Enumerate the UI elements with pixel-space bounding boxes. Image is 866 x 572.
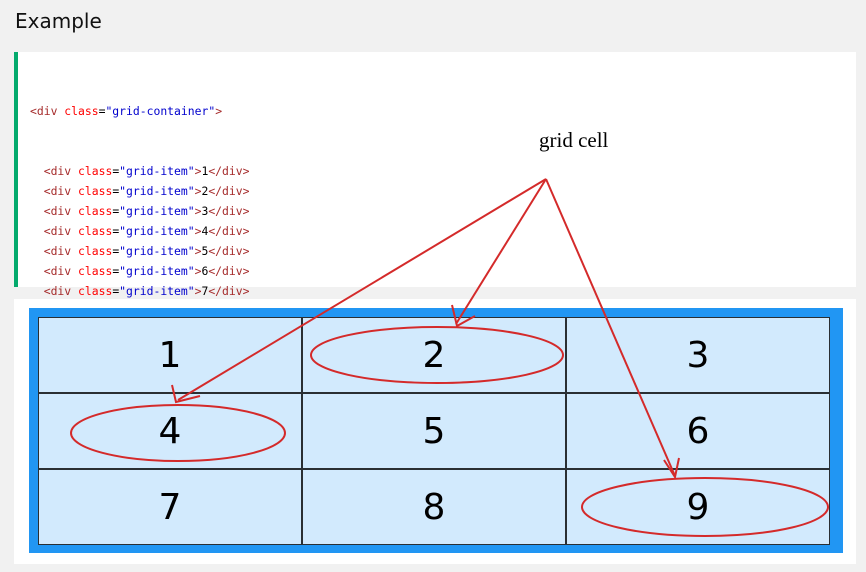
code-line-grid-item: <div class="grid-item">2</div> <box>43 184 250 198</box>
code-example-box: <div class="grid-container"> <div class=… <box>14 52 856 398</box>
grid-item-2: 2 <box>302 317 566 393</box>
grid-container: 123 456 789 <box>29 308 843 553</box>
grid-item-6: 6 <box>566 393 830 469</box>
grid-item-8: 8 <box>302 469 566 545</box>
code-line-grid-item: <div class="grid-item">1</div> <box>43 164 250 178</box>
annotation-grid-cell-label: grid cell <box>539 128 609 152</box>
code-line-grid-item: <div class="grid-item">7</div> <box>43 284 250 298</box>
section-heading: Example <box>15 9 102 33</box>
code-line-grid-item: <div class="grid-item">3</div> <box>43 204 250 218</box>
grid-item-3: 3 <box>566 317 830 393</box>
code-line-grid-item: <div class="grid-item">5</div> <box>43 244 250 258</box>
code-line-grid-item: <div class="grid-item">6</div> <box>43 264 250 278</box>
code-line-grid-item: <div class="grid-item">4</div> <box>43 224 250 238</box>
grid-item-7: 7 <box>38 469 302 545</box>
grid-item-9: 9 <box>566 469 830 545</box>
grid-item-4: 4 <box>38 393 302 469</box>
code-line-container-open: <div class="grid-container"> <box>30 104 223 118</box>
grid-item-5: 5 <box>302 393 566 469</box>
grid-item-1: 1 <box>38 317 302 393</box>
